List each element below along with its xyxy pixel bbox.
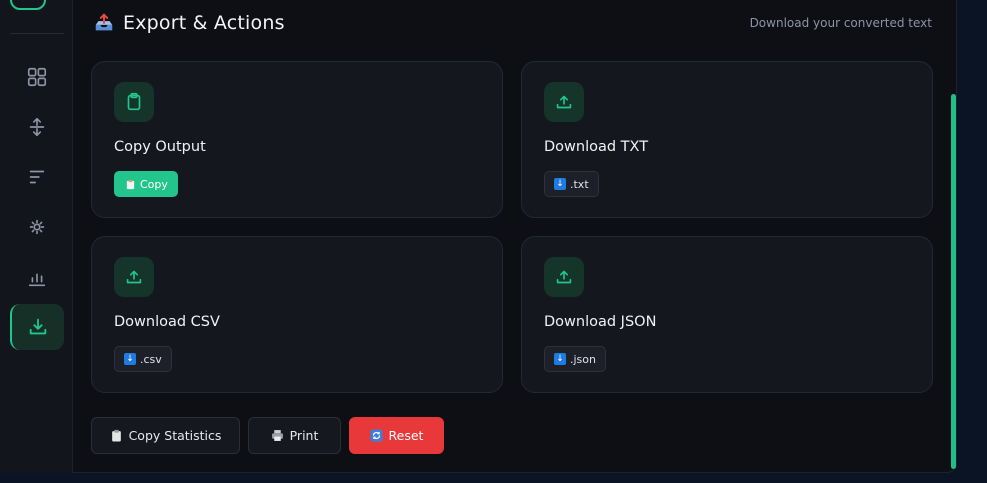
- grid-icon: [27, 67, 47, 87]
- vertical-arrows-icon: [29, 117, 45, 137]
- download-txt-label: .txt: [570, 177, 589, 191]
- sort-lines-icon: [29, 170, 45, 184]
- card-icon-box: [544, 257, 584, 297]
- print-label: Print: [289, 428, 319, 443]
- app-window: Export & Actions Download your converted…: [0, 0, 957, 473]
- download-csv-card: Download CSV ↓ .csv: [91, 236, 503, 393]
- upload-icon: [556, 95, 572, 109]
- refresh-icon: [370, 429, 382, 442]
- clipboard-icon: [124, 178, 136, 190]
- download-json-button[interactable]: ↓ .json: [544, 346, 606, 372]
- copy-statistics-label: Copy Statistics: [128, 428, 222, 443]
- outbox-tray-icon: [95, 13, 113, 31]
- print-button[interactable]: Print: [248, 417, 341, 454]
- reset-button[interactable]: Reset: [349, 417, 444, 454]
- section-title-text: Export & Actions: [123, 12, 285, 34]
- card-title: Download JSON: [544, 314, 657, 330]
- copy-output-card: Copy Output Copy: [91, 61, 503, 218]
- clipboard-icon: [127, 92, 141, 111]
- download-csv-button[interactable]: ↓ .csv: [114, 346, 172, 372]
- download-txt-button[interactable]: ↓ .txt: [544, 171, 599, 197]
- sidebar-divider: [10, 33, 64, 34]
- down-arrow-icon: ↓: [124, 353, 136, 365]
- printer-icon: [271, 430, 283, 441]
- clipboard-icon: [111, 429, 121, 442]
- section-subtitle: Download your converted text: [749, 16, 932, 30]
- copy-statistics-button[interactable]: Copy Statistics: [91, 417, 240, 454]
- bar-chart-icon: [28, 273, 46, 287]
- sidebar-item-spacing[interactable]: [12, 105, 62, 149]
- copy-button[interactable]: Copy: [114, 171, 178, 197]
- upload-icon: [556, 270, 572, 284]
- sidebar-item-export[interactable]: [10, 304, 64, 350]
- sidebar-item-settings[interactable]: [12, 205, 62, 249]
- download-txt-card: Download TXT ↓ .txt: [521, 61, 933, 218]
- download-icon: [29, 318, 47, 335]
- reset-label: Reset: [388, 428, 424, 443]
- download-json-card: Download JSON ↓ .json: [521, 236, 933, 393]
- down-arrow-icon: ↓: [554, 178, 566, 190]
- upload-icon: [126, 270, 142, 284]
- down-arrow-icon: ↓: [554, 353, 566, 365]
- sidebar-item-sort[interactable]: [12, 155, 62, 199]
- section-title: Export & Actions: [93, 12, 285, 34]
- download-json-label: .json: [570, 352, 596, 366]
- card-icon-box: [544, 82, 584, 122]
- card-title: Download CSV: [114, 314, 220, 330]
- sidebar-item-stats[interactable]: [12, 256, 62, 300]
- card-icon-box: [114, 82, 154, 122]
- download-csv-label: .csv: [140, 352, 162, 366]
- app-logo[interactable]: [10, 0, 46, 10]
- card-title: Download TXT: [544, 139, 649, 155]
- card-title: Copy Output: [114, 139, 206, 155]
- scrollbar-thumb[interactable]: [951, 94, 956, 469]
- copy-button-label: Copy: [140, 177, 168, 191]
- sidebar-item-dashboard[interactable]: [12, 55, 62, 99]
- gear-icon: [29, 219, 45, 235]
- sidebar: [0, 0, 73, 473]
- card-icon-box: [114, 257, 154, 297]
